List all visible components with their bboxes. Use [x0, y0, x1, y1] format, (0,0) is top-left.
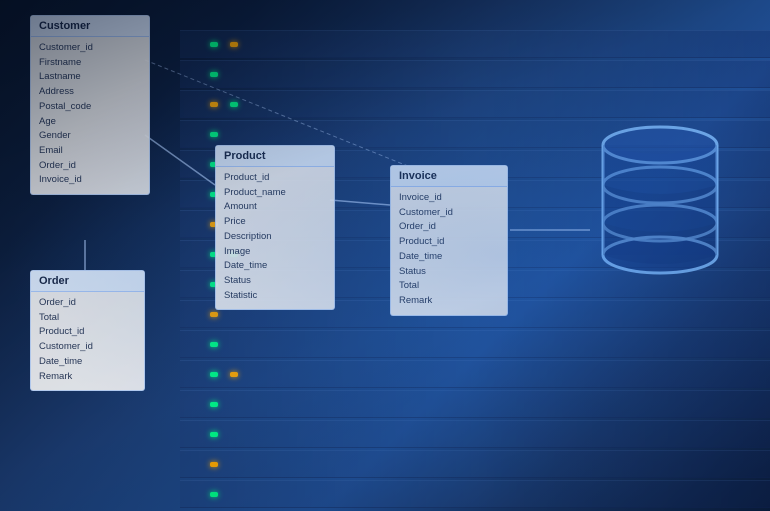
order-table: Order Order_id Total Product_id Customer… [30, 270, 145, 391]
field-p-amount: Amount [224, 200, 326, 215]
field-i-invoice-id: Invoice_id [399, 191, 499, 206]
order-table-header: Order [31, 271, 144, 292]
field-firstname: Firstname [39, 56, 141, 71]
field-i-date-time: Date_time [399, 250, 499, 265]
field-i-status: Status [399, 265, 499, 280]
field-o-order-id: Order_id [39, 296, 136, 311]
field-p-description: Description [224, 230, 326, 245]
customer-table-fields: Customer_id Firstname Lastname Address P… [31, 37, 149, 194]
database-cylinder-svg [595, 115, 725, 285]
field-o-date-time: Date_time [39, 355, 136, 370]
field-p-product-id: Product_id [224, 171, 326, 186]
field-i-remark: Remark [399, 294, 499, 309]
field-i-customer-id: Customer_id [399, 206, 499, 221]
field-age: Age [39, 115, 141, 130]
product-table: Product Product_id Product_name Amount P… [215, 145, 335, 310]
field-i-product-id: Product_id [399, 235, 499, 250]
field-o-total: Total [39, 311, 136, 326]
field-p-status: Status [224, 274, 326, 289]
customer-table-header: Customer [31, 16, 149, 37]
field-postal-code: Postal_code [39, 100, 141, 115]
product-table-fields: Product_id Product_name Amount Price Des… [216, 167, 334, 309]
field-p-date-time: Date_time [224, 259, 326, 274]
field-i-total: Total [399, 279, 499, 294]
field-gender: Gender [39, 129, 141, 144]
invoice-table-header: Invoice [391, 166, 507, 187]
customer-table: Customer Customer_id Firstname Lastname … [30, 15, 150, 195]
field-i-order-id: Order_id [399, 220, 499, 235]
field-lastname: Lastname [39, 70, 141, 85]
field-p-product-name: Product_name [224, 186, 326, 201]
field-email: Email [39, 144, 141, 159]
field-address: Address [39, 85, 141, 100]
database-icon [595, 115, 715, 265]
invoice-table-fields: Invoice_id Customer_id Order_id Product_… [391, 187, 507, 315]
field-p-price: Price [224, 215, 326, 230]
field-invoice-id: Invoice_id [39, 173, 141, 188]
field-p-statistic: Statistic [224, 289, 326, 304]
field-p-image: Image [224, 245, 326, 260]
field-order-id: Order_id [39, 159, 141, 174]
field-o-remark: Remark [39, 370, 136, 385]
order-table-fields: Order_id Total Product_id Customer_id Da… [31, 292, 144, 390]
field-o-product-id: Product_id [39, 325, 136, 340]
field-o-customer-id: Customer_id [39, 340, 136, 355]
field-customer-id: Customer_id [39, 41, 141, 56]
invoice-table: Invoice Invoice_id Customer_id Order_id … [390, 165, 508, 316]
product-table-header: Product [216, 146, 334, 167]
